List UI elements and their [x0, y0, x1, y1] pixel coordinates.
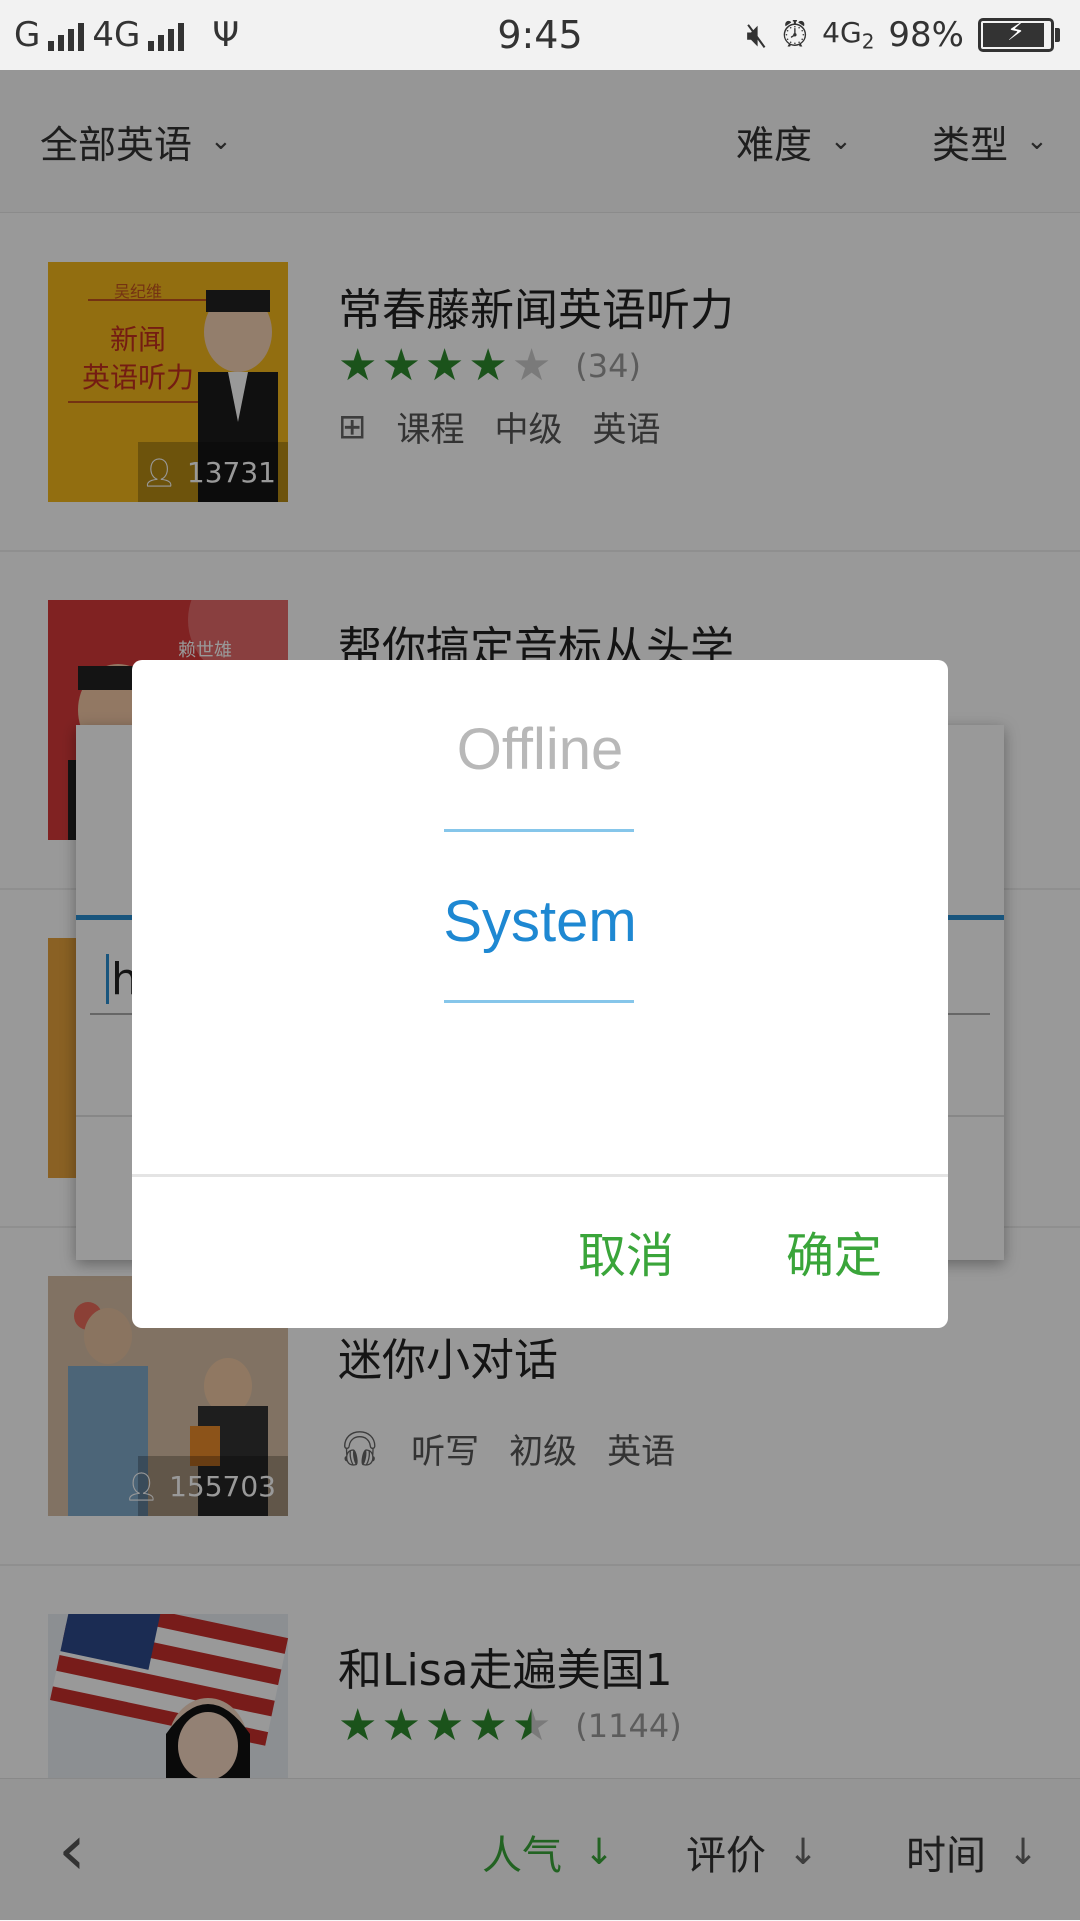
clock: 9:45 — [497, 13, 583, 57]
signal-icon — [48, 19, 85, 51]
battery-icon: ⚡︎ — [978, 17, 1060, 52]
confirm-button[interactable]: 确定 — [786, 1216, 882, 1286]
battery-percent: 98% — [888, 15, 964, 55]
picker-dialog: Offline System 取消 确定 — [132, 660, 948, 1328]
usb-icon: Ψ — [212, 15, 240, 55]
picker-option-offline[interactable]: Offline — [132, 716, 948, 783]
cancel-button[interactable]: 取消 — [578, 1216, 674, 1286]
picker-selection-line-bottom — [444, 1000, 634, 1003]
signal-icon-2 — [148, 19, 185, 51]
charging-icon: ⚡︎ — [1006, 17, 1026, 47]
picker-option-system[interactable]: System — [132, 888, 948, 955]
status-left: G 4G Ψ — [0, 15, 239, 55]
status-bar: G 4G Ψ 9:45 🔇︎ ⏰︎ 4G2 98% ⚡︎ — [0, 0, 1080, 70]
alarm-icon: ⏰︎ — [781, 15, 809, 55]
mute-icon: 🔇︎ — [746, 15, 768, 55]
picker-selection-line-top — [444, 829, 634, 832]
dialog-divider — [132, 1174, 948, 1177]
network-label-2: 4G2 — [822, 16, 875, 54]
status-right: 🔇︎ ⏰︎ 4G2 98% ⚡︎ — [746, 15, 1080, 55]
network-label: 4G — [92, 15, 141, 55]
carrier-label: G — [14, 15, 41, 55]
